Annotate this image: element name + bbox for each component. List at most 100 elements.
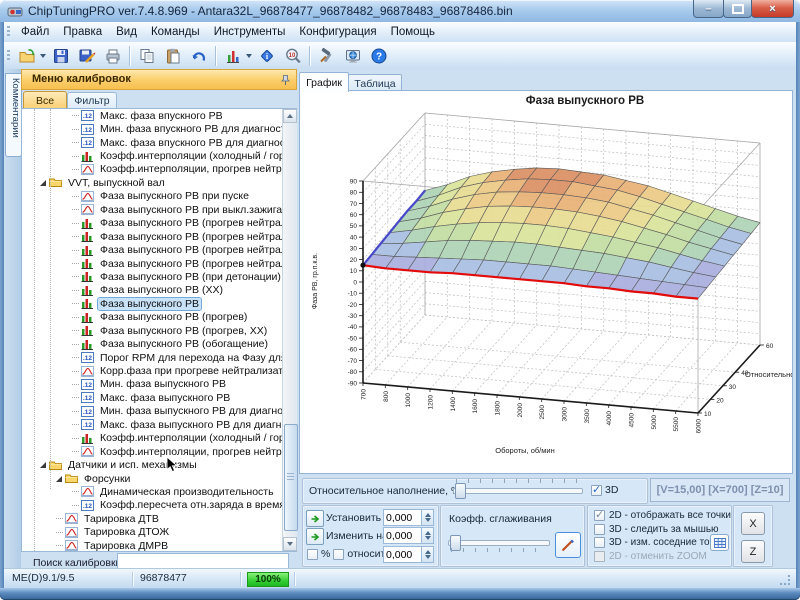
tree-item[interactable]: .12Коэфф.пересчета отн.заряда в время вп… bbox=[22, 499, 296, 512]
tools-button[interactable] bbox=[315, 44, 339, 68]
z-axis-button[interactable]: Z bbox=[741, 540, 765, 563]
tree-item[interactable]: Фаза выпускного РВ (ХХ) bbox=[22, 284, 296, 297]
tree-item[interactable]: Коэфф.интерполяции, прогрев нейтр. (холо… bbox=[22, 163, 296, 176]
maximize-button[interactable] bbox=[723, 0, 752, 18]
percent-checkbox[interactable] bbox=[307, 549, 318, 560]
slider-track[interactable] bbox=[453, 488, 583, 494]
tree-item[interactable]: .12Макс. фаза выпускного РВ bbox=[22, 391, 296, 404]
slider-thumb[interactable] bbox=[455, 483, 466, 499]
save-button[interactable] bbox=[49, 44, 73, 68]
relative-checkbox[interactable] bbox=[333, 549, 344, 560]
tree-item[interactable]: Коэфф.интерполяции (холодный / горячий ) bbox=[22, 432, 296, 445]
tree-item[interactable]: Тарировка ДТВ bbox=[22, 512, 296, 525]
slider-track[interactable] bbox=[448, 540, 550, 546]
tree-folder[interactable]: Форсунки bbox=[22, 472, 296, 485]
tab-chart[interactable]: График bbox=[299, 72, 349, 92]
tree-item[interactable]: Фаза выпускного РВ (прогрев, ХХ) bbox=[22, 324, 296, 337]
option-checkbox[interactable] bbox=[594, 510, 605, 521]
chart-canvas[interactable]: 9080706050403020100-10-20-30-40-50-60-70… bbox=[299, 90, 793, 474]
tree-item[interactable]: Динамическая производительность bbox=[22, 485, 296, 498]
scrollbar-thumb[interactable] bbox=[284, 424, 298, 531]
title-bar[interactable]: ChipTuningPRO ver.7.4.8.969 - Antara32L_… bbox=[0, 0, 800, 22]
pin-icon[interactable] bbox=[280, 74, 291, 93]
minimize-button[interactable]: – bbox=[693, 0, 724, 18]
apply-smoothing-button[interactable] bbox=[555, 532, 581, 558]
tree-item[interactable]: Фаза выпускного РВ (при детонации) bbox=[22, 270, 296, 283]
neighbors-grid-button[interactable] bbox=[710, 534, 729, 551]
tree-item[interactable]: .12Мин. фаза выпускного РВ bbox=[22, 378, 296, 391]
tree-item[interactable]: Фаза выпускного РВ при выкл.зажигания bbox=[22, 203, 296, 216]
set-value-input[interactable] bbox=[383, 509, 422, 526]
comments-dock-tab[interactable]: Комментарии bbox=[5, 73, 22, 157]
help-button[interactable]: ? bbox=[367, 44, 391, 68]
tab-all[interactable]: Все bbox=[23, 91, 67, 109]
option-checkbox[interactable] bbox=[594, 524, 605, 535]
copy-button[interactable] bbox=[135, 44, 159, 68]
tree-item[interactable]: Фаза выпускного РВ (прогрев нейтрал., хо… bbox=[22, 230, 296, 243]
expand-arrow-icon[interactable] bbox=[40, 462, 46, 468]
option-1[interactable]: 3D - следить за мышью bbox=[594, 524, 719, 535]
load-slider[interactable] bbox=[453, 482, 583, 499]
scroll-up-button[interactable] bbox=[283, 109, 297, 123]
tree-item[interactable]: Фаза выпускного РВ (прогрев) bbox=[22, 311, 296, 324]
tree-item[interactable]: Фаза выпускного РВ (прогрев нейтрализато… bbox=[22, 217, 296, 230]
menu-item[interactable]: Помощь bbox=[384, 23, 442, 41]
open-file-button[interactable] bbox=[15, 44, 39, 68]
expand-arrow-icon[interactable] bbox=[56, 476, 62, 482]
menu-item[interactable]: Инструменты bbox=[207, 23, 293, 41]
apply-change-button[interactable] bbox=[306, 528, 324, 545]
tree-item[interactable]: Корр.фаза при прогреве нейтрализатора bbox=[22, 364, 296, 377]
spinner-buttons[interactable] bbox=[421, 527, 434, 544]
toolbar-grip[interactable] bbox=[7, 50, 10, 62]
tree-item[interactable]: Тарировка ДТОЖ bbox=[22, 526, 296, 539]
paste-button[interactable] bbox=[161, 44, 185, 68]
undo-button[interactable] bbox=[187, 44, 211, 68]
print-button[interactable] bbox=[101, 44, 125, 68]
option-checkbox[interactable] bbox=[594, 537, 605, 548]
tree-item[interactable]: .12Мин. фаза выпускного РВ для диагности… bbox=[22, 405, 296, 418]
chart-button[interactable] bbox=[221, 44, 245, 68]
tree-folder[interactable]: VVT, выпускной вал bbox=[22, 176, 296, 189]
tree-item[interactable]: .12Макс. фаза выпускного РВ для диагност… bbox=[22, 418, 296, 431]
tree-item[interactable]: Коэфф.интерполяции, прогрев нейтр. (холо… bbox=[22, 445, 296, 458]
menu-item[interactable]: Правка bbox=[56, 23, 109, 41]
info-button[interactable]: i bbox=[255, 44, 279, 68]
x-axis-button[interactable]: X bbox=[741, 512, 765, 535]
expand-arrow-icon[interactable] bbox=[40, 180, 46, 186]
close-button[interactable]: × bbox=[751, 0, 794, 18]
tree-item[interactable]: .12Порог RPM для перехода на Фазу для ре… bbox=[22, 351, 296, 364]
tree-folder[interactable]: Датчики и исп. механизмы bbox=[22, 458, 296, 471]
scroll-down-button[interactable] bbox=[283, 537, 297, 551]
tree-item[interactable]: Фаза выпускного РВ при пуске bbox=[22, 190, 296, 203]
menu-item[interactable]: Вид bbox=[109, 23, 144, 41]
change-value-input[interactable] bbox=[383, 527, 422, 544]
smoothing-slider[interactable] bbox=[448, 534, 550, 551]
save-as-button[interactable] bbox=[75, 44, 99, 68]
option-2[interactable]: 3D - изм. соседние точки bbox=[594, 537, 725, 548]
tree-item[interactable]: Фаза выпускного РВ (прогрев нейтрал., ХХ… bbox=[22, 243, 296, 256]
network-button[interactable] bbox=[341, 44, 365, 68]
tree-item[interactable]: .12Макс. фаза впускного РВ bbox=[22, 109, 296, 122]
tree-item[interactable]: Коэфф.интерполяции (холодный / горячий ) bbox=[22, 149, 296, 162]
menubar-grip[interactable] bbox=[7, 26, 10, 38]
spinner-buttons[interactable] bbox=[421, 509, 434, 526]
menu-item[interactable]: Команды bbox=[144, 23, 207, 41]
option-0[interactable]: 2D - отображать все точки bbox=[594, 510, 731, 521]
menu-item[interactable]: Файл bbox=[14, 23, 56, 41]
dropdown-arrow-icon[interactable] bbox=[246, 54, 252, 58]
relative-value-input[interactable] bbox=[383, 546, 422, 563]
zoom-search-button[interactable]: 10 bbox=[281, 44, 305, 68]
tree-item[interactable]: Тарировка ДМРВ bbox=[22, 539, 296, 552]
apply-set-button[interactable] bbox=[306, 510, 324, 527]
tree-item[interactable]: Фаза выпускного РВ (обогащение) bbox=[22, 337, 296, 350]
tree-item[interactable]: .12Макс. фаза впускного РВ для диагности… bbox=[22, 136, 296, 149]
dropdown-arrow-icon[interactable] bbox=[40, 54, 46, 58]
tree-scrollbar[interactable] bbox=[282, 109, 297, 551]
tree-item[interactable]: .12Мин. фаза впускного РВ для диагностик… bbox=[22, 122, 296, 135]
menu-item[interactable]: Конфигурация bbox=[292, 23, 383, 41]
view3d-toggle[interactable]: 3D bbox=[591, 484, 618, 496]
tree-item[interactable]: Фаза выпускного РВ bbox=[22, 297, 296, 310]
view3d-checkbox[interactable] bbox=[591, 485, 602, 496]
spinner-buttons[interactable] bbox=[421, 546, 434, 563]
tree-item[interactable]: Фаза выпускного РВ (прогрев нейтрал., ХХ… bbox=[22, 257, 296, 270]
